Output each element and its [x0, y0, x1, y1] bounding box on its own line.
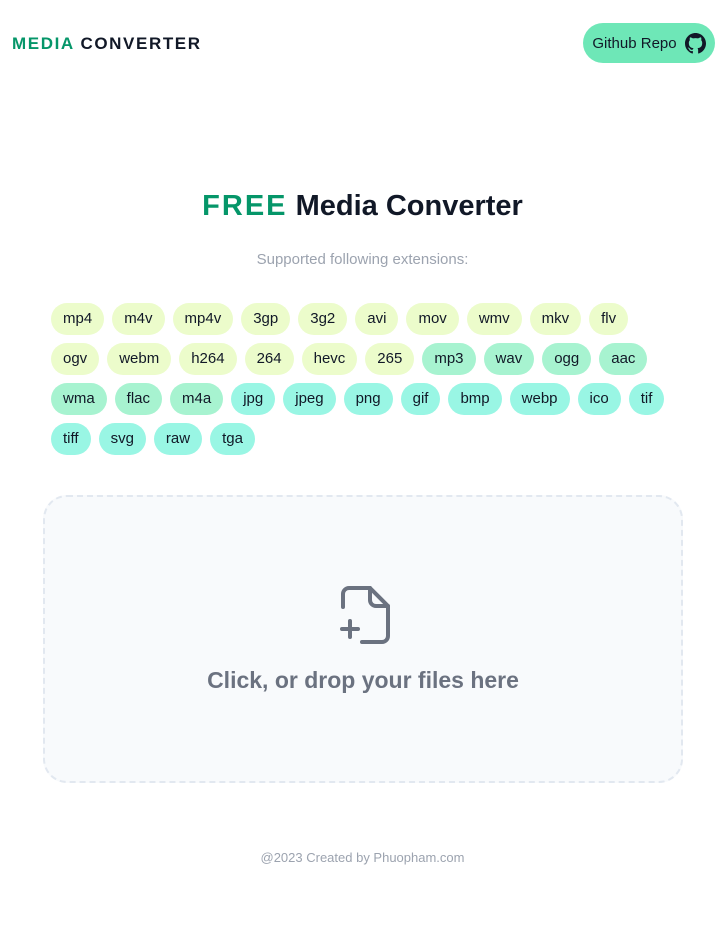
extension-tag: tga: [210, 423, 255, 455]
extension-tag: tif: [628, 383, 665, 415]
page-title-text: Media Converter: [295, 190, 523, 222]
file-plus-icon: [338, 585, 392, 645]
footer-credit: @2023 Created by Phuopham.com: [260, 850, 465, 865]
extension-tag: gif: [400, 383, 441, 415]
extension-tag: 3gp: [241, 303, 291, 335]
extension-tag: svg: [98, 423, 146, 455]
extension-tag: bmp: [448, 383, 502, 415]
page-title-accent: FREE: [202, 190, 288, 222]
extension-tag: flac: [114, 383, 163, 415]
extension-tag: m4a: [170, 383, 224, 415]
extension-tag: wmv: [466, 303, 522, 335]
extension-tag: png: [343, 383, 393, 415]
extension-tag: ogv: [51, 343, 100, 375]
github-icon: [684, 32, 706, 54]
extension-tag: wma: [51, 383, 107, 415]
github-repo-button[interactable]: Github Repo: [583, 23, 715, 63]
page-title: FREE Media Converter: [0, 188, 725, 224]
extension-tag: mp3: [422, 343, 476, 375]
extension-tag: avi: [355, 303, 399, 335]
supported-extensions-subtitle: Supported following extensions:: [256, 251, 469, 268]
extension-tag: flv: [589, 303, 629, 335]
extension-tag: 264: [244, 343, 294, 375]
extension-tag: wav: [483, 343, 535, 375]
dropzone-label: Click, or drop your files here: [207, 667, 519, 693]
extension-tag-list: mp4 m4v mp4v 3gp 3g2 avi mov wmv mkv flv ogv webm h2…: [51, 303, 681, 455]
navbar: MEDIA CONVERTER Github Repo: [0, 0, 725, 86]
extension-tag: jpg: [231, 383, 276, 415]
github-repo-label: Github Repo: [592, 34, 677, 52]
extension-tag: webm: [107, 343, 172, 375]
extension-tag: aac: [599, 343, 648, 375]
extension-tag: ogg: [542, 343, 592, 375]
extension-tag: jpeg: [283, 383, 336, 415]
extension-tag: h264: [179, 343, 237, 375]
extension-tag: m4v: [112, 303, 165, 335]
extension-tag: 3g2: [298, 303, 348, 335]
extension-tag: mkv: [529, 303, 582, 335]
logo-accent: MEDIA: [12, 34, 75, 53]
extension-tag: raw: [153, 423, 203, 455]
extension-tag: mp4v: [172, 303, 234, 335]
logo-text: CONVERTER: [80, 34, 202, 53]
extension-tag: mp4: [51, 303, 105, 335]
extension-tag: webp: [509, 383, 570, 415]
logo[interactable]: MEDIA CONVERTER: [12, 34, 202, 54]
extension-tag: hevc: [301, 343, 358, 375]
file-dropzone[interactable]: Click, or drop your files here: [43, 495, 683, 783]
extension-tag: tiff: [51, 423, 91, 455]
extension-tag: mov: [406, 303, 459, 335]
extension-tag: 265: [365, 343, 415, 375]
extension-tag: ico: [577, 383, 621, 415]
